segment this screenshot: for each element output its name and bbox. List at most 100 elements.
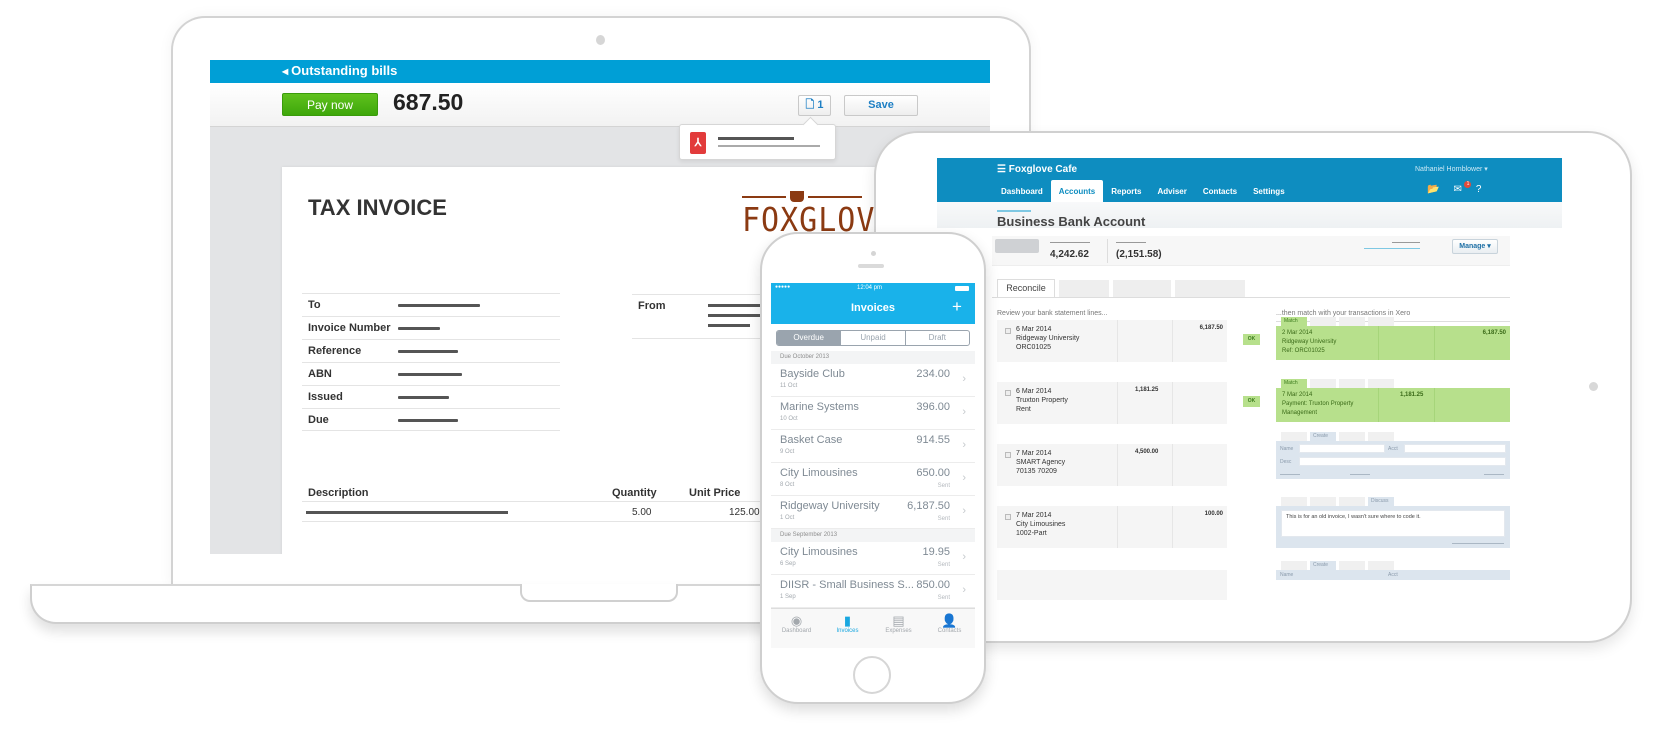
match-spent: 1,181.25 <box>1400 392 1424 398</box>
create-tabs: Create <box>1281 561 1394 570</box>
xero-header: ☰ Foxglove Cafe Nathaniel Hornblower ▾ D… <box>937 158 1562 202</box>
user-menu[interactable]: Nathaniel Hornblower ▾ <box>1415 165 1488 173</box>
laptop-notch <box>520 584 678 602</box>
tab-placeholder[interactable] <box>1339 317 1365 326</box>
tab-reconcile[interactable]: Reconcile <box>997 279 1055 297</box>
invoice-list-item[interactable]: Bayside Club 11 Oct 234.00 › <box>771 364 975 397</box>
invoice-list-item[interactable]: Basket Case 9 Oct 914.55 › <box>771 430 975 463</box>
tab-discuss[interactable]: Discuss <box>1368 497 1394 506</box>
tab-placeholder[interactable] <box>1059 280 1109 297</box>
invoice-list-item[interactable]: Marine Systems 10 Oct 396.00 › <box>771 397 975 430</box>
invoice-list-item[interactable]: City Limousines 6 Sep 19.95 Sent › <box>771 542 975 575</box>
pay-now-button[interactable]: Pay now <box>282 93 378 116</box>
tab-placeholder[interactable] <box>1175 280 1245 297</box>
tab-placeholder[interactable] <box>1339 497 1365 506</box>
name-input[interactable] <box>1299 444 1385 453</box>
invoice-list-item[interactable]: Ridgeway University 1 Oct 6,187.50 Sent … <box>771 496 975 529</box>
discuss-textarea[interactable]: This is for an old invoice, I wasn't sur… <box>1281 510 1505 537</box>
tab-placeholder[interactable] <box>1310 317 1336 326</box>
field-label: ABN <box>308 368 332 380</box>
phone-tab-bar: ◉ Dashboard ▮ Invoices ▤ Expenses 👤 Contacts <box>771 608 975 648</box>
battery-icon <box>955 286 969 291</box>
nav-contacts[interactable]: Contacts <box>1195 180 1245 202</box>
chevron-right-icon: › <box>962 439 966 451</box>
checkbox[interactable] <box>1005 328 1011 334</box>
mail-icon[interactable]: ✉ 1 <box>1453 181 1472 195</box>
tab-placeholder[interactable] <box>1339 432 1365 441</box>
checkbox[interactable] <box>1005 390 1011 396</box>
pdf-icon[interactable]: ⅄ <box>690 132 706 154</box>
statement-line[interactable]: 6 Mar 2014 Truxton Property Rent 1,181.25 <box>997 382 1227 424</box>
nav-reports[interactable]: Reports <box>1103 180 1149 202</box>
folder-icon[interactable]: 📂 <box>1427 184 1439 195</box>
tab-placeholder[interactable] <box>1339 379 1365 388</box>
invoice-list-item[interactable]: DIISR - Small Business S... 1 Sep 850.00… <box>771 575 975 608</box>
contacts-icon: 👤 <box>941 613 958 628</box>
tab-label: Expenses <box>885 628 912 634</box>
ok-button[interactable]: OK <box>1243 334 1260 345</box>
review-label: Review your bank statement lines... <box>997 310 1108 317</box>
tab-dashboard[interactable]: ◉ Dashboard <box>771 609 822 648</box>
statement-line[interactable]: 6 Mar 2014 Ridgeway University ORC01025 6,… <box>997 320 1227 362</box>
statement-ref: 70135 70209 <box>1016 468 1057 475</box>
phone-speaker <box>858 264 884 268</box>
back-link[interactable]: Outstanding bills <box>291 63 397 78</box>
tab-match[interactable]: Match <box>1281 317 1307 326</box>
nav-adviser[interactable]: Adviser <box>1149 180 1194 202</box>
tab-placeholder[interactable] <box>1281 432 1307 441</box>
checkbox[interactable] <box>1005 452 1011 458</box>
statement-line[interactable]: 7 Mar 2014 SMART Agency 70135 70209 4,500.… <box>997 444 1227 486</box>
tab-contacts[interactable]: 👤 Contacts <box>924 609 975 648</box>
tab-invoices[interactable]: ▮ Invoices <box>822 609 873 648</box>
tab-create[interactable]: Create <box>1310 432 1336 441</box>
tab-placeholder[interactable] <box>1310 497 1336 506</box>
statement-line[interactable] <box>997 570 1227 600</box>
checkbox[interactable] <box>1005 514 1011 520</box>
laptop-camera <box>596 35 605 45</box>
divider <box>992 297 1510 298</box>
help-icon[interactable]: ? <box>1476 184 1482 195</box>
match-suggestion[interactable]: 7 Mar 2014 Payment: Truxton Property Manag… <box>1276 388 1510 422</box>
statement-line[interactable]: 7 Mar 2014 City Limousines 1002-Part 100.0… <box>997 506 1227 548</box>
tab-match[interactable]: Match <box>1281 379 1307 388</box>
nav-dashboard[interactable]: Dashboard <box>993 180 1051 202</box>
attachments-button[interactable]: 🗋 1 <box>798 95 831 116</box>
invoice-list-item[interactable]: City Limousines 8 Oct 650.00 Sent › <box>771 463 975 496</box>
tab-placeholder[interactable] <box>1368 432 1394 441</box>
caret-down-icon: ▾ <box>1484 166 1488 173</box>
nav-accounts[interactable]: Accounts <box>1050 180 1104 202</box>
match-ref: Management <box>1282 410 1318 416</box>
chevron-right-icon: › <box>962 406 966 418</box>
chevron-right-icon: › <box>962 551 966 563</box>
segment-overdue[interactable]: Overdue <box>777 331 841 345</box>
tab-placeholder[interactable] <box>1368 561 1394 570</box>
acct-label: Acct <box>1388 446 1398 452</box>
org-switcher[interactable]: ☰ Foxglove Cafe <box>997 164 1077 175</box>
divider <box>1107 239 1108 263</box>
notification-badge: 1 <box>1464 181 1472 188</box>
tab-expenses[interactable]: ▤ Expenses <box>873 609 924 648</box>
add-invoice-icon[interactable]: + <box>952 294 962 320</box>
tab-placeholder[interactable] <box>1281 497 1307 506</box>
account-input[interactable] <box>1404 444 1506 453</box>
tab-placeholder[interactable] <box>1339 561 1365 570</box>
tab-placeholder[interactable] <box>1368 379 1394 388</box>
save-button[interactable]: Save <box>844 95 918 116</box>
received-amount: 6,187.50 <box>1199 325 1223 331</box>
tab-label: Contacts <box>937 628 962 634</box>
nav-settings[interactable]: Settings <box>1245 180 1293 202</box>
invoice-date: 1 Oct <box>780 515 795 521</box>
segment-unpaid[interactable]: Unpaid <box>840 331 904 345</box>
manage-button[interactable]: Manage ▾ <box>1452 239 1498 254</box>
tab-placeholder[interactable] <box>1281 561 1307 570</box>
tab-placeholder[interactable] <box>1310 379 1336 388</box>
match-tabs: Match <box>1281 317 1394 326</box>
tab-create[interactable]: Create <box>1310 561 1336 570</box>
tab-placeholder[interactable] <box>1113 280 1171 297</box>
segment-draft[interactable]: Draft <box>904 331 969 345</box>
description-input[interactable] <box>1299 457 1506 466</box>
ok-button[interactable]: OK <box>1243 396 1260 407</box>
tab-placeholder[interactable] <box>1368 317 1394 326</box>
unit-price-header: Unit Price <box>689 487 741 499</box>
match-suggestion[interactable]: 2 Mar 2014 Ridgeway University Ref: ORC010… <box>1276 326 1510 360</box>
